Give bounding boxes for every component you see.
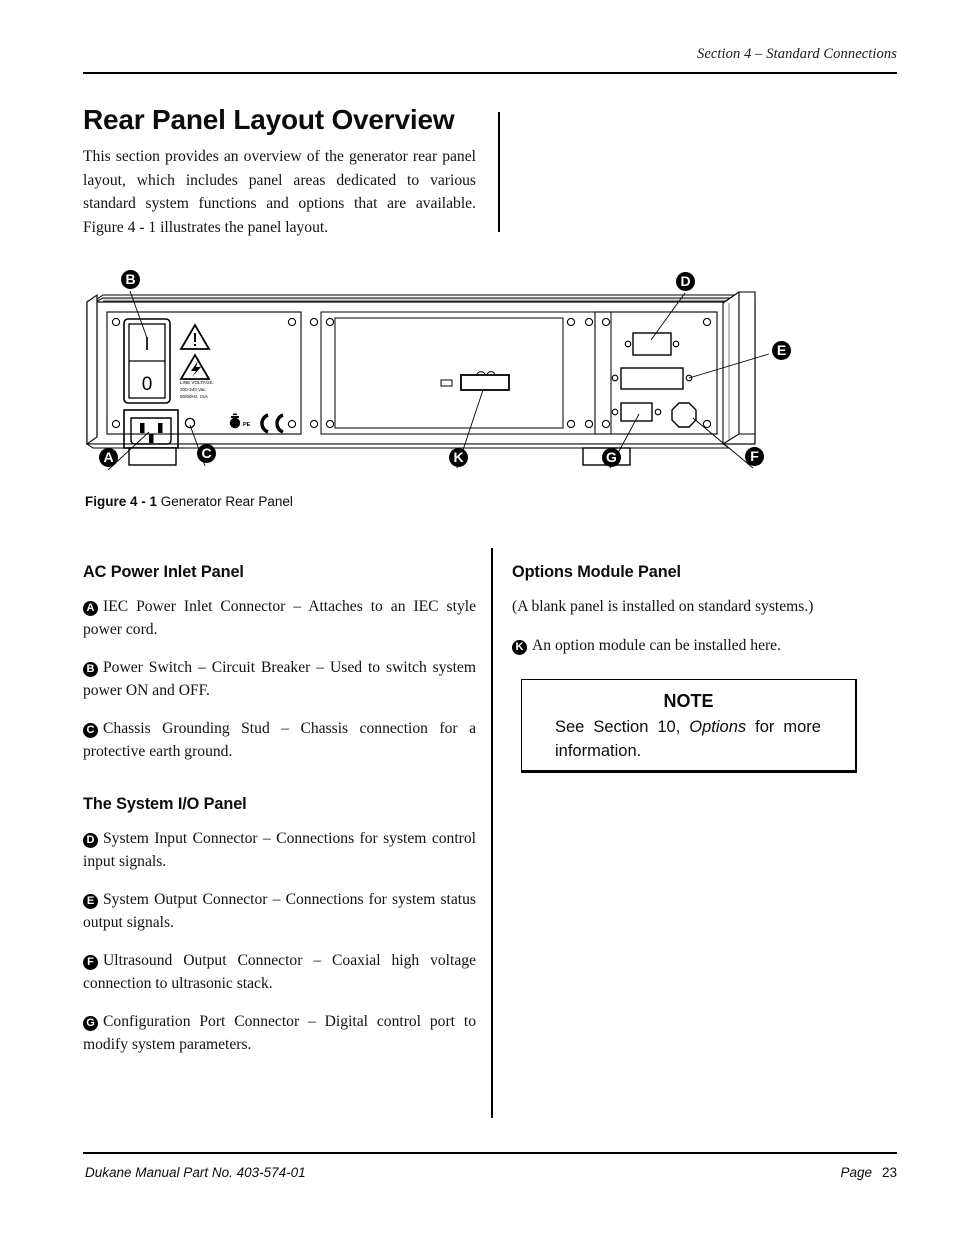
- item-b: B Power Switch – Circuit Breaker – Used t…: [83, 657, 476, 702]
- footer-page: Page 23: [840, 1165, 897, 1180]
- heading-ac-power-inlet-panel: AC Power Inlet Panel: [83, 563, 244, 581]
- item-f-text: Ultrasound Output Connector – Coaxial hi…: [83, 952, 476, 992]
- callout-C: C: [197, 444, 216, 463]
- left-column: AC Power Inlet Panel A IEC Power Inlet Co…: [83, 563, 476, 1056]
- note-body: See Section 10, Options for more informa…: [555, 715, 821, 763]
- heading-options-module-panel: Options Module Panel: [512, 563, 681, 581]
- callout-D: D: [676, 272, 695, 291]
- note-line1-italic: Options: [689, 718, 747, 736]
- item-k: K An option module can be installed here.: [512, 635, 897, 658]
- header-rule: [83, 72, 897, 75]
- note-title: NOTE: [663, 691, 714, 711]
- item-e: E System Output Connector – Connections f…: [83, 889, 476, 934]
- callout-B: B: [121, 270, 140, 289]
- footer-manual-part-no: Dukane Manual Part No. 403-574-01: [85, 1165, 306, 1180]
- item-c: C Chassis Grounding Stud – Chassis connec…: [83, 718, 476, 763]
- item-k-text: An option module can be installed here.: [532, 636, 781, 654]
- switch-off-symbol: 0: [142, 374, 153, 395]
- item-a: A IEC Power Inlet Connector – Attaches to…: [83, 596, 476, 641]
- callout-K: K: [449, 448, 468, 467]
- pe-label: PE: [243, 422, 251, 428]
- badge-k: K: [512, 639, 527, 655]
- column-divider-top: [498, 112, 500, 232]
- callout-E: E: [772, 341, 791, 360]
- item-a-text: IEC Power Inlet Connector – Attaches to …: [83, 598, 476, 638]
- page-title: Rear Panel Layout Overview: [83, 104, 455, 135]
- note-line1-after: for: [755, 718, 775, 736]
- item-d: D System Input Connector – Connections fo…: [83, 828, 476, 873]
- running-header: Section 4 – Standard Connections: [696, 46, 897, 62]
- item-g: G Configuration Port Connector – Digital …: [83, 1011, 476, 1056]
- right-column: Options Module Panel (A blank panel is i…: [512, 563, 897, 673]
- line-voltage-label: LINE VOLTAGE:: [180, 380, 214, 385]
- figure-caption-text: Generator Rear Panel: [160, 494, 293, 509]
- item-g-text: Configuration Port Connector – Digital c…: [83, 1013, 476, 1053]
- callout-G: G: [602, 448, 621, 467]
- badge-a: A: [83, 601, 98, 616]
- callout-A: A: [99, 448, 118, 467]
- badge-b: B: [83, 662, 98, 677]
- badge-f: F: [83, 955, 98, 970]
- figure-caption: Figure 4 - 1 Generator Rear Panel: [85, 494, 293, 509]
- badge-g: G: [83, 1016, 98, 1031]
- badge-e: E: [83, 894, 98, 909]
- footer-page-label: Page: [840, 1165, 872, 1180]
- line-frequency-value: 50/60Hz, 15A: [180, 394, 209, 399]
- note-line1-before: See Section 10,: [555, 718, 681, 736]
- badge-d: D: [83, 833, 98, 848]
- item-c-text: Chassis Grounding Stud – Chassis connect…: [83, 720, 476, 760]
- badge-c: C: [83, 723, 98, 738]
- footer-rule: [83, 1152, 897, 1155]
- item-b-text: Power Switch – Circuit Breaker – Used to…: [83, 659, 476, 699]
- figure-caption-label: Figure 4 - 1: [85, 494, 158, 509]
- item-f: F Ultrasound Output Connector – Coaxial h…: [83, 950, 476, 995]
- item-d-text: System Input Connector – Connections for…: [83, 830, 476, 870]
- footer-page-number: 23: [881, 1165, 897, 1180]
- heading-system-io-panel: The System I/O Panel: [83, 795, 247, 813]
- intro-paragraph: This section provides an overview of the…: [83, 148, 476, 236]
- document-page: Section 4 – Standard Connections Rear Pa…: [0, 0, 954, 1235]
- callout-F: F: [745, 447, 764, 466]
- item-e-text: System Output Connector – Connections fo…: [83, 891, 476, 931]
- options-subtitle: (A blank panel is installed on standard …: [512, 598, 814, 615]
- column-divider-bottom: [491, 548, 493, 1118]
- note-box: NOTE See Section 10, Options for more in…: [521, 679, 857, 773]
- line-voltage-value: 200-240 Vac: [180, 387, 206, 392]
